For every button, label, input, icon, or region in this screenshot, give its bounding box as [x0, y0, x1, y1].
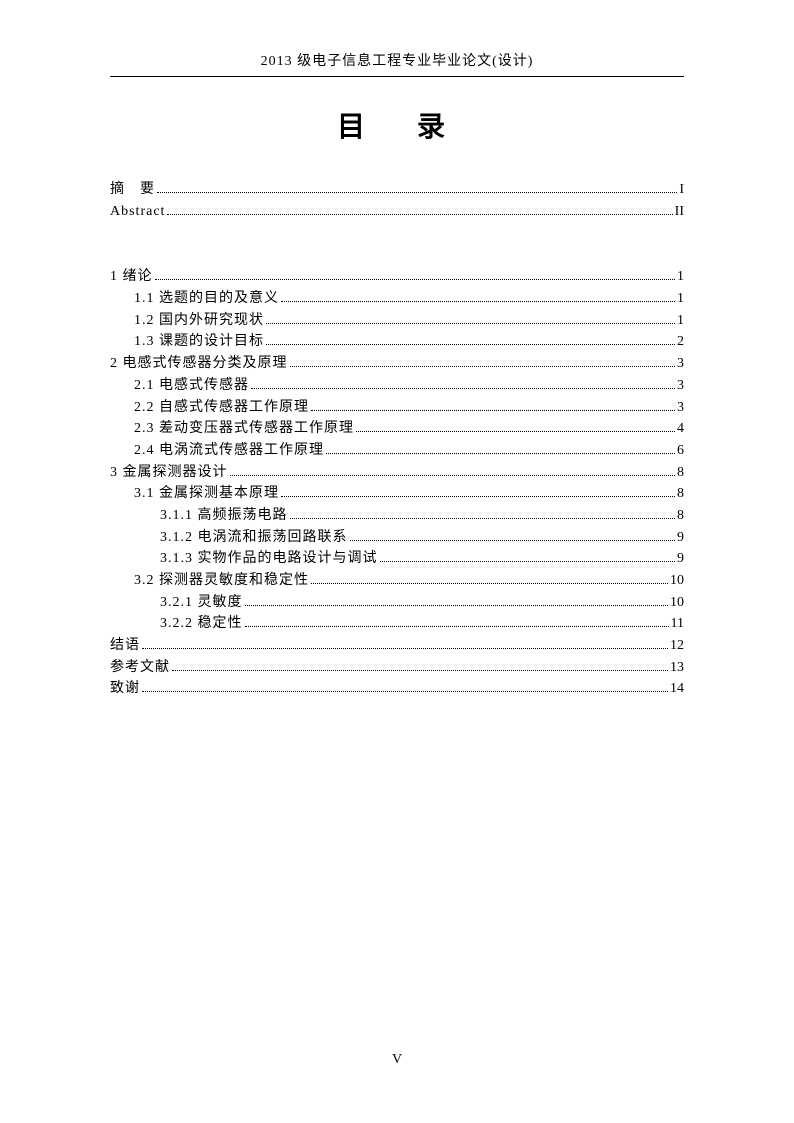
toc-entry: 2 电感式传感器分类及原理 3: [110, 353, 684, 375]
toc-entry-label: 2.1 电感式传感器: [134, 375, 249, 397]
toc-entry-page: 1: [677, 288, 684, 310]
toc-entry-label: 3.2.1 灵敏度: [160, 592, 243, 614]
toc-entry-page: 8: [677, 483, 684, 505]
toc-leader-dots: [356, 431, 675, 432]
toc-entry-label: 摘 要: [110, 179, 155, 201]
toc-entry-page: 12: [670, 635, 684, 657]
toc-entry-page: 4: [677, 418, 684, 440]
toc-entry: 参考文献 13: [110, 657, 684, 679]
toc-entry-page: 8: [677, 462, 684, 484]
toc-leader-dots: [155, 279, 676, 280]
toc-entry: 结语 12: [110, 635, 684, 657]
toc-entry: 3.1.3 实物作品的电路设计与调试 9: [110, 548, 684, 570]
toc-leader-dots: [311, 583, 668, 584]
running-header: 2013 级电子信息工程专业毕业论文(设计): [110, 50, 684, 77]
toc-entry-page: 10: [670, 592, 684, 614]
toc-entry: 3.2.2 稳定性 11: [110, 613, 684, 635]
toc-entry: 3.2.1 灵敏度 10: [110, 592, 684, 614]
toc-entry-label: 结语: [110, 635, 140, 657]
toc-entry: 1.3 课题的设计目标 2: [110, 331, 684, 353]
toc-leader-dots: [281, 496, 675, 497]
toc-entry-page: 2: [677, 331, 684, 353]
toc-entry-label: 1.1 选题的目的及意义: [134, 288, 279, 310]
toc-entry: 1 绪论 1: [110, 266, 684, 288]
toc-entry: 2.1 电感式传感器 3: [110, 375, 684, 397]
toc-entry-page: 9: [677, 548, 684, 570]
toc-entry-label: 3.1.2 电涡流和振荡回路联系: [160, 527, 348, 549]
toc-entry: 2.3 差动变压器式传感器工作原理 4: [110, 418, 684, 440]
toc-entry-page: 8: [677, 505, 684, 527]
toc-entry-page: I: [679, 179, 684, 201]
toc-leader-dots: [142, 691, 668, 692]
toc-main-block: 1 绪论11.1 选题的目的及意义11.2 国内外研究现状11.3 课题的设计目…: [110, 266, 684, 700]
toc-entry-label: 3.1.1 高频振荡电路: [160, 505, 288, 527]
toc-entry: 2.2 自感式传感器工作原理 3: [110, 397, 684, 419]
toc-leader-dots: [172, 670, 668, 671]
toc-entry-label: 3.1 金属探测基本原理: [134, 483, 279, 505]
toc-entry-page: 3: [677, 397, 684, 419]
toc-leader-dots: [326, 453, 675, 454]
toc-leader-dots: [266, 323, 675, 324]
toc-entry-page: 3: [677, 353, 684, 375]
toc-entry: Abstract II: [110, 201, 684, 223]
toc-entry-page: 14: [670, 678, 684, 700]
toc-entry-label: 1.3 课题的设计目标: [134, 331, 264, 353]
toc-entry: 1.1 选题的目的及意义 1: [110, 288, 684, 310]
toc-entry: 3.1.2 电涡流和振荡回路联系 9: [110, 527, 684, 549]
toc-entry-label: 3.1.3 实物作品的电路设计与调试: [160, 548, 378, 570]
toc-leader-dots: [142, 648, 668, 649]
toc-leader-dots: [350, 540, 676, 541]
toc-leader-dots: [245, 605, 669, 606]
toc-leader-dots: [167, 214, 672, 215]
toc-entry: 3.2 探测器灵敏度和稳定性 10: [110, 570, 684, 592]
toc-entry-label: 1 绪论: [110, 266, 153, 288]
toc-entry-label: 致谢: [110, 678, 140, 700]
toc-entry: 2.4 电涡流式传感器工作原理 6: [110, 440, 684, 462]
toc-entry: 3.1 金属探测基本原理 8: [110, 483, 684, 505]
toc-entry: 3 金属探测器设计 8: [110, 462, 684, 484]
toc-title: 目 录: [110, 105, 684, 145]
toc-entry-label: 3.2.2 稳定性: [160, 613, 243, 635]
toc-entry-page: 1: [677, 310, 684, 332]
page-container: 2013 级电子信息工程专业毕业论文(设计) 目 录 摘 要 I Abstract I…: [0, 0, 794, 700]
toc-entry-label: 2 电感式传感器分类及原理: [110, 353, 288, 375]
toc-entry-label: Abstract: [110, 201, 165, 223]
toc-entry-page: 6: [677, 440, 684, 462]
toc-leader-dots: [311, 410, 675, 411]
toc-entry-label: 1.2 国内外研究现状: [134, 310, 264, 332]
toc-entry-page: 11: [671, 613, 684, 635]
toc-entry-page: 10: [670, 570, 684, 592]
toc-leader-dots: [290, 366, 676, 367]
page-number: V: [0, 1052, 794, 1068]
toc-entry-page: 13: [670, 657, 684, 679]
toc-entry-page: 9: [677, 527, 684, 549]
toc-entry-label: 3.2 探测器灵敏度和稳定性: [134, 570, 309, 592]
toc-leader-dots: [230, 475, 676, 476]
toc-entry-page: 1: [677, 266, 684, 288]
toc-entry-label: 2.2 自感式传感器工作原理: [134, 397, 309, 419]
toc-leader-dots: [245, 626, 669, 627]
toc-top-block: 摘 要 I Abstract II: [110, 179, 684, 222]
toc-entry-label: 2.4 电涡流式传感器工作原理: [134, 440, 324, 462]
toc-entry: 1.2 国内外研究现状 1: [110, 310, 684, 332]
toc-leader-dots: [251, 388, 675, 389]
toc-entry: 摘 要I: [110, 179, 684, 201]
toc-entry: 致谢 14: [110, 678, 684, 700]
toc-leader-dots: [266, 344, 675, 345]
section-gap: [110, 222, 684, 266]
toc-entry-page: II: [675, 201, 684, 223]
toc-leader-dots: [157, 192, 677, 193]
toc-leader-dots: [281, 301, 675, 302]
toc-entry-label: 2.3 差动变压器式传感器工作原理: [134, 418, 354, 440]
toc-leader-dots: [380, 561, 676, 562]
toc-entry: 3.1.1 高频振荡电路 8: [110, 505, 684, 527]
toc-entry-page: 3: [677, 375, 684, 397]
toc-leader-dots: [290, 518, 676, 519]
toc-entry-label: 3 金属探测器设计: [110, 462, 228, 484]
toc-entry-label: 参考文献: [110, 657, 170, 679]
